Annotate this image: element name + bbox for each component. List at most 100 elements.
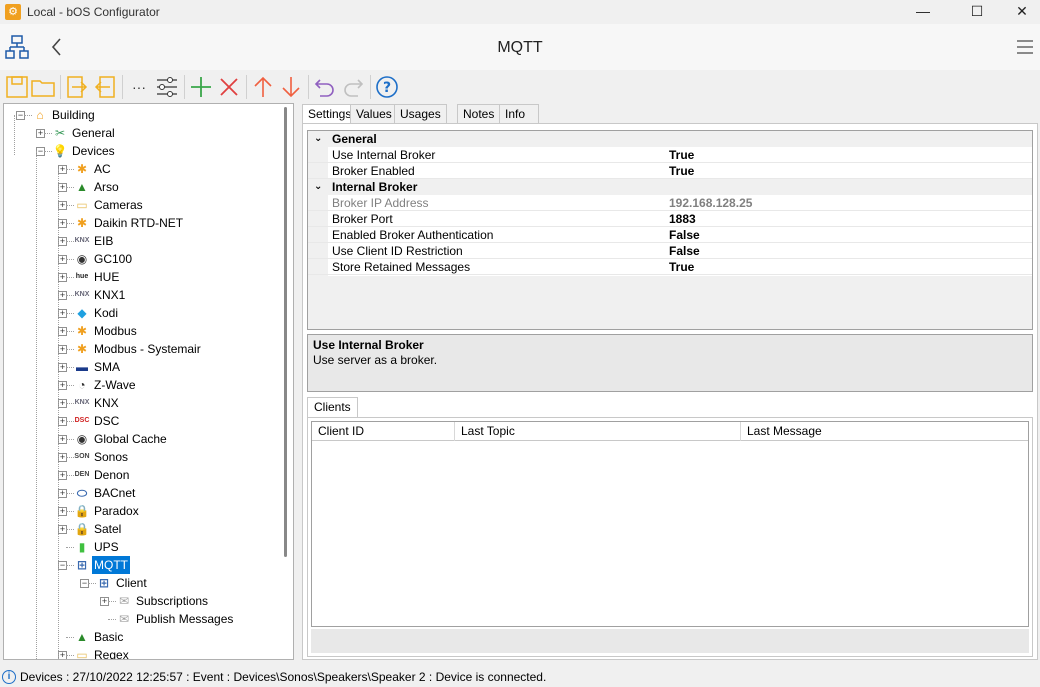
tree-item-subscriptions[interactable]: + ✉ Subscriptions bbox=[4, 592, 284, 610]
chevron-down-icon[interactable]: ⌄ bbox=[314, 179, 322, 195]
tree-item-z-wave[interactable]: + ◔ Z-Wave bbox=[4, 376, 284, 394]
tab-notes[interactable]: Notes bbox=[457, 104, 501, 124]
tab-usages[interactable]: Usages (0) bbox=[394, 104, 447, 139]
tree-item-label[interactable]: Publish Messages bbox=[134, 610, 235, 628]
undo-icon[interactable] bbox=[312, 74, 338, 100]
tree-item-denon[interactable]: + DEN Denon bbox=[4, 466, 284, 484]
tree-item-basic[interactable]: ▲ Basic bbox=[4, 628, 284, 646]
tree-item-knx[interactable]: + KNX KNX bbox=[4, 394, 284, 412]
tree-item-hue[interactable]: + hue HUE bbox=[4, 268, 284, 286]
property-broker-ip[interactable]: Broker IP Address 192.168.128.25 bbox=[308, 195, 1032, 211]
tree-item-mqtt[interactable]: − ⊞ MQTT bbox=[4, 556, 284, 574]
tree-item-label[interactable]: Basic bbox=[92, 628, 125, 646]
tree-item-label[interactable]: Building bbox=[50, 106, 97, 124]
tree-item-label[interactable]: Subscriptions bbox=[134, 592, 210, 610]
tree-item-label[interactable]: Cameras bbox=[92, 196, 145, 214]
tab-info[interactable]: Info bbox=[499, 104, 539, 124]
tree-item-publish-messages[interactable]: ✉ Publish Messages bbox=[4, 610, 284, 628]
column-last-topic[interactable]: Last Topic bbox=[455, 422, 741, 441]
tree-item-label[interactable]: Client bbox=[114, 574, 149, 592]
property-store-retained[interactable]: Store Retained Messages True bbox=[308, 259, 1032, 275]
tree-item-satel[interactable]: + 🔒 Satel bbox=[4, 520, 284, 538]
open-folder-icon[interactable] bbox=[30, 74, 56, 100]
help-icon[interactable]: ? bbox=[374, 74, 400, 100]
maximize-button[interactable]: ☐ bbox=[954, 0, 1000, 24]
tree-item-daikin-rtd-net[interactable]: + ✱ Daikin RTD-NET bbox=[4, 214, 284, 232]
tree-item-label[interactable]: Arso bbox=[92, 178, 121, 196]
move-up-icon[interactable] bbox=[250, 74, 276, 100]
property-value[interactable]: True bbox=[669, 259, 694, 275]
tree-item-gc100[interactable]: + ◉ GC100 bbox=[4, 250, 284, 268]
tree-item-label[interactable]: Sonos bbox=[92, 448, 130, 466]
move-down-icon[interactable] bbox=[278, 74, 304, 100]
property-value[interactable]: 192.168.128.25 bbox=[669, 195, 752, 211]
property-broker-auth[interactable]: Enabled Broker Authentication False bbox=[308, 227, 1032, 243]
tree-item-sma[interactable]: + ▬ SMA bbox=[4, 358, 284, 376]
clients-table[interactable]: Client ID Last Topic Last Message bbox=[311, 421, 1029, 627]
tree-item-label[interactable]: Kodi bbox=[92, 304, 120, 322]
property-value[interactable]: False bbox=[669, 227, 700, 243]
chevron-down-icon[interactable]: ⌄ bbox=[314, 131, 322, 147]
hamburger-menu-icon[interactable] bbox=[1012, 34, 1038, 60]
property-use-internal-broker[interactable]: Use Internal Broker True bbox=[308, 147, 1032, 163]
tree-item-modbus-systemair[interactable]: + ✱ Modbus - Systemair bbox=[4, 340, 284, 358]
export-icon[interactable] bbox=[92, 74, 118, 100]
tree-item-label[interactable]: Modbus - Systemair bbox=[92, 340, 203, 358]
tree-item-bacnet[interactable]: + ⬭ BACnet bbox=[4, 484, 284, 502]
column-last-message[interactable]: Last Message bbox=[741, 422, 1028, 441]
tree-item-label[interactable]: Regex bbox=[92, 646, 131, 659]
tree-item-ac[interactable]: + ✱ AC bbox=[4, 160, 284, 178]
settings-sliders-icon[interactable] bbox=[154, 74, 180, 100]
tree-item-label[interactable]: Satel bbox=[92, 520, 123, 538]
tree-item-label[interactable]: MQTT bbox=[92, 556, 130, 574]
tab-values[interactable]: Values bbox=[350, 104, 398, 124]
category-general[interactable]: ⌄ General bbox=[308, 131, 1032, 147]
tree-item-devices[interactable]: − 💡 Devices bbox=[4, 142, 284, 160]
add-icon[interactable] bbox=[188, 74, 214, 100]
tree-item-label[interactable]: Z-Wave bbox=[92, 376, 138, 394]
tree-item-sonos[interactable]: + SON Sonos bbox=[4, 448, 284, 466]
save-icon[interactable] bbox=[4, 74, 30, 100]
category-internal-broker[interactable]: ⌄ Internal Broker bbox=[308, 179, 1032, 195]
import-icon[interactable] bbox=[64, 74, 90, 100]
tree-item-label[interactable]: EIB bbox=[92, 232, 115, 250]
tree-item-regex[interactable]: + ▭ Regex bbox=[4, 646, 284, 659]
tree-item-label[interactable]: Daikin RTD-NET bbox=[92, 214, 185, 232]
tree-item-cameras[interactable]: + ▭ Cameras bbox=[4, 196, 284, 214]
tree-item-building[interactable]: − ⌂ Building bbox=[4, 106, 284, 124]
tree-item-label[interactable]: Devices bbox=[70, 142, 117, 160]
tree-item-dsc[interactable]: + DSC DSC bbox=[4, 412, 284, 430]
tree-item-client[interactable]: − ⊞ Client bbox=[4, 574, 284, 592]
redo-icon[interactable] bbox=[340, 74, 366, 100]
tree-item-ups[interactable]: ▮ UPS bbox=[4, 538, 284, 556]
tree-item-eib[interactable]: + KNX EIB bbox=[4, 232, 284, 250]
tree-item-label[interactable]: BACnet bbox=[92, 484, 137, 502]
property-client-id-restriction[interactable]: Use Client ID Restriction False bbox=[308, 243, 1032, 259]
tree-item-label[interactable]: AC bbox=[92, 160, 113, 178]
device-tree[interactable]: − ⌂ Building + ✂ General − 💡 Devices + ✱ AC + ▲ Arso + ▭… bbox=[3, 103, 294, 660]
tree-item-label[interactable]: DSC bbox=[92, 412, 121, 430]
tree-item-label[interactable]: Denon bbox=[92, 466, 131, 484]
tree-item-label[interactable]: SMA bbox=[92, 358, 122, 376]
tree-item-knx1[interactable]: + KNX KNX1 bbox=[4, 286, 284, 304]
delete-icon[interactable] bbox=[216, 74, 242, 100]
column-client-id[interactable]: Client ID bbox=[312, 422, 455, 441]
property-value[interactable]: True bbox=[669, 147, 694, 163]
tree-item-kodi[interactable]: + ◆ Kodi bbox=[4, 304, 284, 322]
property-broker-port[interactable]: Broker Port 1883 bbox=[308, 211, 1032, 227]
tree-item-label[interactable]: KNX bbox=[92, 394, 121, 412]
minimize-button[interactable]: — bbox=[900, 0, 946, 24]
tree-item-label[interactable]: KNX1 bbox=[92, 286, 127, 304]
tree-item-label[interactable]: Modbus bbox=[92, 322, 139, 340]
property-value[interactable]: 1883 bbox=[669, 211, 696, 227]
property-broker-enabled[interactable]: Broker Enabled True bbox=[308, 163, 1032, 179]
tree-item-label[interactable]: Global Cache bbox=[92, 430, 169, 448]
tree-item-label[interactable]: GC100 bbox=[92, 250, 134, 268]
tree-item-label[interactable]: UPS bbox=[92, 538, 121, 556]
tree-scrollbar[interactable] bbox=[284, 107, 287, 557]
tree-item-arso[interactable]: + ▲ Arso bbox=[4, 178, 284, 196]
close-button[interactable]: ✕ bbox=[999, 0, 1040, 24]
tree-item-global-cache[interactable]: + ◉ Global Cache bbox=[4, 430, 284, 448]
tree-item-general[interactable]: + ✂ General bbox=[4, 124, 284, 142]
tree-item-modbus[interactable]: + ✱ Modbus bbox=[4, 322, 284, 340]
